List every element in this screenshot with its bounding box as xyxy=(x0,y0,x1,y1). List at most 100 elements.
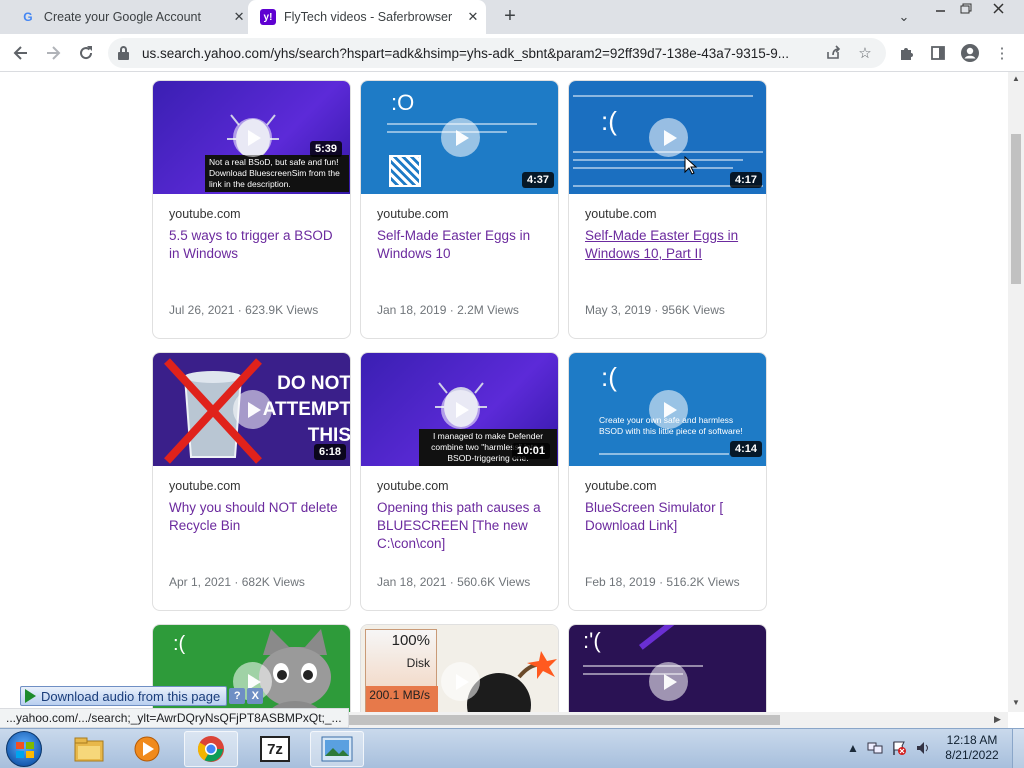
video-date: Jan 18, 2019 xyxy=(377,303,447,317)
image-viewer-icon[interactable] xyxy=(310,731,364,767)
clock-time: 12:18 AM xyxy=(946,733,998,747)
clock-date: 8/21/2022 xyxy=(945,748,999,762)
minimize-button[interactable] xyxy=(926,0,954,16)
new-tab-button[interactable]: + xyxy=(500,5,520,27)
video-title-link[interactable]: Why you should NOT delete Recycle Bin xyxy=(169,499,341,535)
video-card[interactable]: :( 4:17 youtube.com Self-Made Easter Egg… xyxy=(568,80,767,339)
video-meta: Jul 26, 2021 · 623.9K Views xyxy=(169,303,319,317)
video-card[interactable]: 100% Disk 200.1 MB/s xyxy=(360,624,559,712)
video-card[interactable]: Not a real BSoD, but safe and fun! Downl… xyxy=(152,80,351,339)
lock-icon[interactable] xyxy=(118,46,129,60)
play-icon[interactable] xyxy=(441,390,480,429)
network-icon[interactable] xyxy=(866,739,884,757)
scrollbar-thumb[interactable] xyxy=(1011,134,1021,284)
play-icon[interactable] xyxy=(649,662,688,701)
tab-google-account[interactable]: G Create your Google Account ✕ xyxy=(0,0,248,34)
video-title-link[interactable]: Opening this path causes a BLUESCREEN [T… xyxy=(377,499,549,553)
show-desktop-button[interactable] xyxy=(1012,729,1024,768)
scroll-right-arrow-icon[interactable]: ▶ xyxy=(994,714,1001,725)
play-icon[interactable] xyxy=(441,118,480,157)
video-date: Jul 26, 2021 xyxy=(169,303,235,317)
7zip-icon[interactable]: 7z xyxy=(248,731,302,767)
share-icon[interactable] xyxy=(824,44,842,62)
video-thumbnail[interactable]: I managed to make Defender combine two "… xyxy=(361,353,558,466)
mouse-cursor-icon xyxy=(684,156,698,175)
download-audio-label: Download audio from this page xyxy=(41,688,221,704)
7zip-label: 7z xyxy=(260,736,290,762)
video-card[interactable]: I managed to make Defender combine two "… xyxy=(360,352,559,611)
play-icon[interactable] xyxy=(233,118,272,157)
scrollbar-thumb[interactable] xyxy=(340,715,780,725)
tab-flytech-videos[interactable]: y! FlyTech videos - Saferbrowser Yahoo ✕ xyxy=(248,0,486,34)
video-card[interactable]: :O 4:37 youtube.com Self-Made Easter Egg… xyxy=(360,80,559,339)
video-title-link[interactable]: BlueScreen Simulator [ Download Link] xyxy=(585,499,757,535)
video-date: Feb 18, 2019 xyxy=(585,575,656,589)
show-hidden-icons-icon[interactable]: ▲ xyxy=(844,739,862,757)
video-thumbnail[interactable]: Not a real BSoD, but safe and fun! Downl… xyxy=(153,81,350,194)
video-title-link[interactable]: Self-Made Easter Eggs in Windows 10 xyxy=(377,227,549,263)
scroll-up-arrow-icon[interactable]: ▲ xyxy=(1012,74,1020,83)
media-player-icon[interactable] xyxy=(120,731,174,767)
volume-icon[interactable] xyxy=(914,739,932,757)
video-card[interactable]: :( Create your own safe and harmless BSO… xyxy=(568,352,767,611)
duration-badge: 5:39 xyxy=(309,141,342,157)
reload-button[interactable] xyxy=(75,42,97,64)
yahoo-icon: y! xyxy=(260,9,276,25)
video-thumbnail[interactable]: :O 4:37 xyxy=(361,81,558,194)
video-card[interactable]: :'( xyxy=(568,624,767,712)
duration-badge: 4:17 xyxy=(729,172,762,188)
url-text[interactable]: us.search.yahoo.com/yhs/search?hspart=ad… xyxy=(142,46,812,61)
video-views: 623.9K Views xyxy=(245,303,319,317)
tab-strip: G Create your Google Account ✕ y! FlyTec… xyxy=(0,0,1024,34)
extensions-puzzle-icon[interactable] xyxy=(896,43,916,63)
side-panel-icon[interactable] xyxy=(928,43,948,63)
browser-toolbar: us.search.yahoo.com/yhs/search?hspart=ad… xyxy=(0,34,1024,72)
maximize-button[interactable] xyxy=(952,0,980,16)
play-icon[interactable] xyxy=(649,390,688,429)
start-button[interactable] xyxy=(6,731,42,767)
video-date: May 3, 2019 xyxy=(585,303,652,317)
address-bar[interactable]: us.search.yahoo.com/yhs/search?hspart=ad… xyxy=(108,38,886,68)
duration-badge: 4:37 xyxy=(521,172,554,188)
help-icon[interactable]: ? xyxy=(229,688,246,704)
video-thumbnail[interactable]: 100% Disk 200.1 MB/s xyxy=(361,625,558,712)
chrome-icon[interactable] xyxy=(184,731,238,767)
duration-badge: 6:18 xyxy=(313,444,346,460)
video-views: 2.2M Views xyxy=(457,303,519,317)
video-title-link[interactable]: Self-Made Easter Eggs in Windows 10, Par… xyxy=(585,227,757,263)
thumbnail-face: :'( xyxy=(583,628,601,653)
duration-badge: 10:01 xyxy=(511,443,550,459)
download-audio-button[interactable]: Download audio from this page xyxy=(20,686,228,706)
file-explorer-icon[interactable] xyxy=(62,731,116,767)
chevron-down-icon[interactable]: ⌄ xyxy=(894,8,914,26)
video-thumbnail[interactable]: :( 4:17 xyxy=(569,81,766,194)
scroll-down-arrow-icon[interactable]: ▼ xyxy=(1012,698,1020,707)
video-title-link[interactable]: 5.5 ways to trigger a BSOD in Windows xyxy=(169,227,341,263)
close-tab-icon[interactable]: ✕ xyxy=(464,8,482,26)
video-thumbnail[interactable]: :'( xyxy=(569,625,766,712)
disk-label: Disk xyxy=(406,656,430,670)
bookmark-star-icon[interactable]: ☆ xyxy=(856,44,874,62)
tab-title: FlyTech videos - Saferbrowser Yahoo xyxy=(284,10,452,24)
video-source: youtube.com xyxy=(377,479,449,493)
play-icon[interactable] xyxy=(233,390,272,429)
play-icon[interactable] xyxy=(441,662,480,701)
profile-avatar-icon[interactable] xyxy=(960,43,980,63)
vertical-scrollbar[interactable]: ▲ ▼ xyxy=(1008,72,1024,712)
close-icon[interactable]: X xyxy=(247,688,264,704)
menu-kebab-icon[interactable]: ⋮ xyxy=(992,43,1012,63)
action-center-flag-icon[interactable] xyxy=(890,739,908,757)
video-thumbnail[interactable]: :( Create your own safe and harmless BSO… xyxy=(569,353,766,466)
thumbnail-caption: Not a real BSoD, but safe and fun! Downl… xyxy=(205,155,349,192)
video-thumbnail[interactable]: DO NOT ATTEMPT THIS 6:18 xyxy=(153,353,350,466)
play-icon[interactable] xyxy=(649,118,688,157)
close-tab-icon[interactable]: ✕ xyxy=(230,8,248,26)
taskbar-clock[interactable]: 12:18 AM 8/21/2022 xyxy=(936,733,1008,763)
status-url-bubble: ...yahoo.com/.../search;_ylt=AwrDQryNsQF… xyxy=(0,708,349,728)
forward-button[interactable] xyxy=(42,42,64,64)
video-views: 516.2K Views xyxy=(666,575,740,589)
close-window-button[interactable] xyxy=(984,0,1012,16)
back-button[interactable] xyxy=(10,42,32,64)
video-date: Jan 18, 2021 xyxy=(377,575,447,589)
video-card[interactable]: DO NOT ATTEMPT THIS 6:18 youtube.com Why… xyxy=(152,352,351,611)
